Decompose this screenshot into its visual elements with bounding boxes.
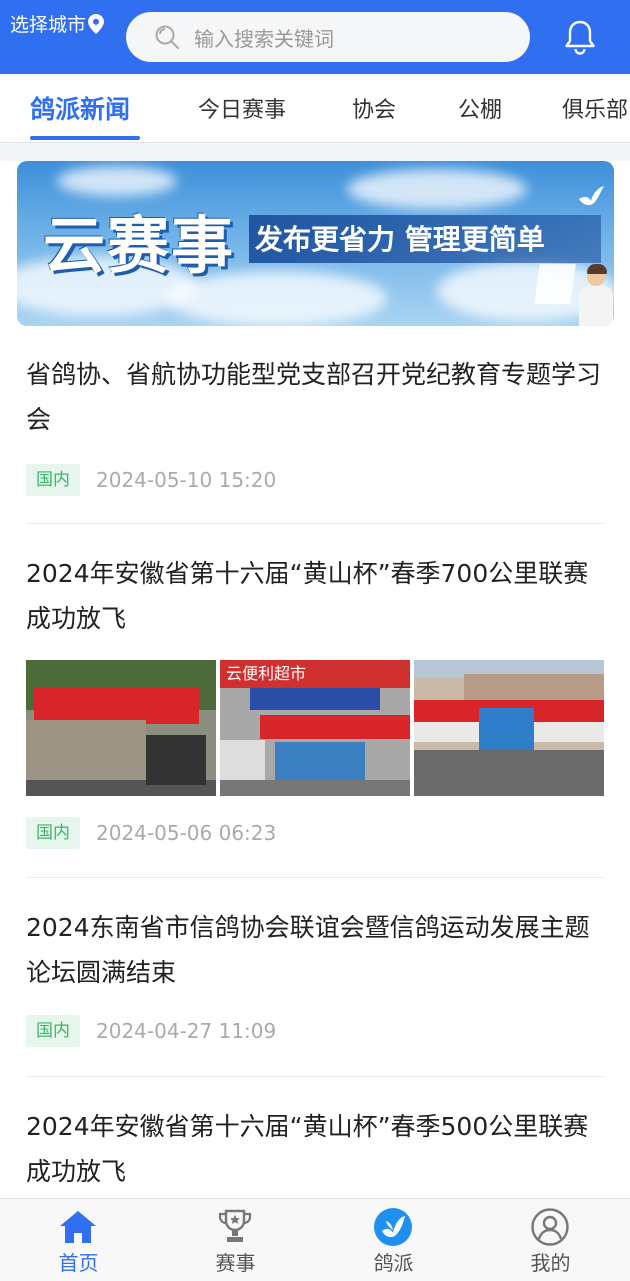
news-thumbnail[interactable]: 云便利超市 — [220, 660, 410, 796]
banner-title: 云赛事 — [43, 209, 236, 282]
search-placeholder: 输入搜索关键词 — [194, 26, 334, 51]
bottom-navigation: 首页 赛事 鸽派 我的 — [0, 1198, 630, 1281]
divider — [26, 1076, 604, 1077]
tab-association[interactable]: 协会 — [352, 92, 396, 124]
tab-active-indicator — [30, 136, 140, 140]
tab-today-races[interactable]: 今日赛事 — [198, 92, 286, 124]
store-sign: 云便利超市 — [220, 660, 410, 688]
nav-pigeon[interactable]: 鸽派 — [315, 1199, 472, 1281]
trophy-icon — [218, 1209, 252, 1242]
city-label: 选择城市 — [10, 14, 87, 36]
city-selector[interactable]: 选择城市 — [10, 10, 105, 37]
location-pin-icon — [88, 13, 105, 34]
bell-icon[interactable] — [562, 18, 598, 56]
tab-club[interactable]: 俱乐部 — [562, 92, 628, 124]
search-icon — [155, 25, 179, 49]
divider — [26, 523, 604, 524]
nav-home[interactable]: 首页 — [0, 1199, 157, 1281]
nav-label: 鸽派 — [373, 1251, 414, 1275]
banner-subtitle: 发布更省力 管理更简单 — [255, 223, 545, 256]
news-item-title[interactable]: 2024年安徽省第十六届“黄山杯”春季500公里联赛成功放飞 — [26, 1104, 606, 1194]
news-tag-badge: 国内 — [26, 817, 80, 849]
tab-pigeon-news[interactable]: 鸽派新闻 — [30, 90, 130, 126]
home-icon — [60, 1211, 96, 1243]
top-bar: 选择城市 输入搜索关键词 — [0, 0, 630, 74]
promo-banner[interactable]: 云赛事 发布更省力 管理更简单 — [17, 161, 614, 326]
news-item-title[interactable]: 2024年安徽省第十六届“黄山杯”春季700公里联赛成功放飞 — [26, 551, 606, 641]
news-thumbnail[interactable] — [26, 660, 216, 796]
news-date: 2024-05-06 06:23 — [96, 821, 277, 845]
news-tag-badge: 国内 — [26, 464, 80, 496]
search-input[interactable]: 输入搜索关键词 — [126, 12, 530, 62]
news-item-title[interactable]: 2024东南省市信鸽协会联谊会暨信鸽运动发展主题论坛圆满结束 — [26, 905, 606, 995]
news-tag-badge: 国内 — [26, 1015, 80, 1047]
news-item-title[interactable]: 省鸽协、省航协功能型党支部召开党纪教育专题学习会 — [26, 352, 606, 442]
pigeon-icon — [374, 1208, 412, 1246]
nav-label: 我的 — [530, 1251, 571, 1275]
nav-races[interactable]: 赛事 — [157, 1199, 314, 1281]
dove-icon — [579, 186, 604, 206]
news-image-gallery[interactable]: 云便利超市 — [26, 660, 606, 796]
category-tabs: 鸽派新闻 今日赛事 协会 公棚 俱乐部 — [0, 74, 630, 143]
nav-label: 首页 — [58, 1251, 99, 1275]
divider — [26, 877, 604, 878]
news-thumbnail[interactable] — [414, 660, 604, 796]
banner-person-illustration — [534, 256, 614, 326]
news-date: 2024-05-10 15:20 — [96, 468, 277, 492]
nav-label: 赛事 — [215, 1251, 256, 1275]
news-date: 2024-04-27 11:09 — [96, 1019, 277, 1043]
user-icon — [531, 1208, 569, 1246]
section-gap — [0, 143, 630, 161]
nav-mine[interactable]: 我的 — [472, 1199, 629, 1281]
tab-loft[interactable]: 公棚 — [458, 92, 502, 124]
